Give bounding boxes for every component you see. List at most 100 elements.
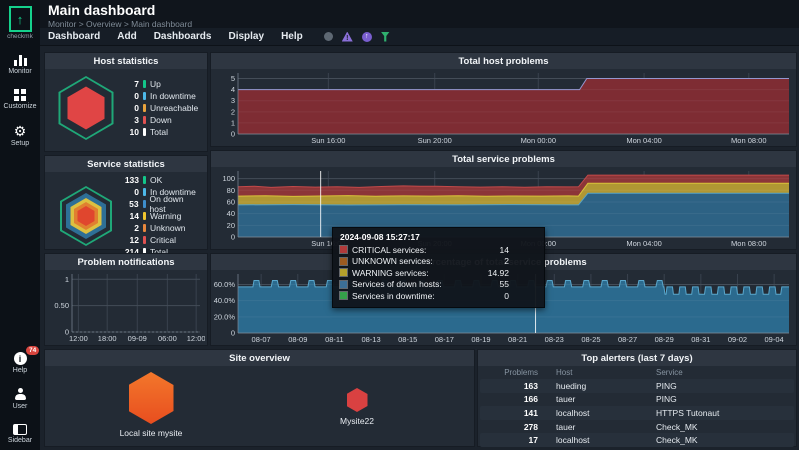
svg-text:4: 4 bbox=[231, 85, 235, 94]
svg-text:09-02: 09-02 bbox=[728, 335, 747, 344]
svg-text:08-31: 08-31 bbox=[691, 335, 710, 344]
site-mysite22[interactable]: Mysite22 bbox=[295, 372, 419, 426]
panel-host-statistics: Host statistics 7Up0In downtime0Unreacha… bbox=[44, 52, 208, 152]
tooltip-row: WARNING services:14.92 bbox=[340, 267, 537, 279]
cell-service[interactable]: PING bbox=[642, 394, 794, 404]
table-row[interactable]: 166tauerPING bbox=[480, 393, 794, 407]
column-problems: Problems bbox=[480, 368, 542, 377]
stat-label: Down bbox=[150, 115, 172, 125]
host-state-hexagon[interactable] bbox=[55, 73, 117, 143]
menu-dashboard[interactable]: Dashboard bbox=[48, 31, 100, 42]
total-host-problems-chart[interactable]: 012345Sun 16:00Sun 20:00Mon 00:00Mon 04:… bbox=[211, 69, 794, 145]
tooltip-value: 0 bbox=[504, 291, 537, 301]
stat-row[interactable]: 14Warning bbox=[117, 210, 201, 222]
svg-text:0: 0 bbox=[231, 233, 235, 242]
cell-problems: 278 bbox=[480, 422, 542, 432]
stat-color-bar bbox=[143, 104, 146, 112]
stat-row[interactable]: 10 Total bbox=[117, 126, 201, 138]
checkmk-logo-hexagon-icon: ↑ bbox=[9, 6, 32, 32]
legend-swatch bbox=[340, 246, 347, 253]
problem-notifications-chart[interactable]: 00.50112:0018:0009-0906:0012:00 bbox=[45, 270, 205, 343]
page-title: Main dashboard bbox=[48, 3, 799, 18]
panel-title: Top alerters (last 7 days) bbox=[478, 350, 796, 366]
panel-title: Problem notifications bbox=[45, 254, 207, 270]
cell-problems: 141 bbox=[480, 408, 542, 418]
svg-text:3: 3 bbox=[231, 96, 235, 105]
menubar: Dashboard Add Dashboards Display Help ! … bbox=[40, 28, 799, 46]
menu-add[interactable]: Add bbox=[117, 31, 136, 42]
svg-text:08-19: 08-19 bbox=[471, 335, 490, 344]
sidebar-item-help[interactable]: i 74 Help bbox=[13, 352, 27, 374]
slideout-icon[interactable] bbox=[324, 32, 333, 41]
cell-host[interactable]: localhost bbox=[542, 435, 642, 445]
stat-color-bar bbox=[143, 236, 146, 244]
stat-color-bar bbox=[143, 188, 146, 196]
menu-help[interactable]: Help bbox=[281, 31, 303, 42]
stat-value: 133 bbox=[117, 175, 139, 185]
stat-label: Unknown bbox=[150, 223, 185, 233]
tooltip-value: 14.92 bbox=[488, 268, 537, 278]
sidebar-item-customize[interactable]: Customize bbox=[3, 89, 36, 110]
svg-text:08-23: 08-23 bbox=[545, 335, 564, 344]
grid-icon bbox=[14, 89, 26, 101]
filter-icon[interactable] bbox=[381, 32, 390, 42]
sidebar-item-sidebar[interactable]: Sidebar bbox=[8, 424, 32, 444]
checkmk-logo[interactable]: ↑ checkmk bbox=[7, 6, 33, 40]
cell-host[interactable]: tauer bbox=[542, 394, 642, 404]
tooltip-label: UNKNOWN services: bbox=[352, 256, 433, 266]
sidebar-item-monitor[interactable]: Monitor bbox=[8, 54, 31, 75]
stat-row[interactable]: 0In downtime bbox=[117, 90, 201, 102]
panel-title: Site overview bbox=[45, 350, 474, 366]
table-row[interactable]: 278tauerCheck_MK bbox=[480, 420, 794, 434]
table-row[interactable]: 141localhostHTTPS Tutonaut bbox=[480, 406, 794, 420]
column-service: Service bbox=[642, 368, 794, 377]
cell-host[interactable]: tauer bbox=[542, 422, 642, 432]
panel-total-host-problems: Total host problems 012345Sun 16:00Sun 2… bbox=[210, 52, 797, 147]
sidebar-item-setup[interactable]: ⚙ Setup bbox=[11, 124, 29, 147]
stat-row[interactable]: 133OK bbox=[117, 174, 201, 186]
menu-display[interactable]: Display bbox=[228, 31, 264, 42]
warning-icon[interactable]: ! bbox=[342, 32, 353, 42]
svg-text:08-27: 08-27 bbox=[618, 335, 637, 344]
cell-service[interactable]: PING bbox=[642, 381, 794, 391]
menu-dashboards[interactable]: Dashboards bbox=[154, 31, 212, 42]
checkmk-icon[interactable]: ↑ bbox=[362, 32, 372, 42]
stat-row[interactable]: 12Critical bbox=[117, 234, 201, 246]
stat-row[interactable]: 53On down host bbox=[117, 198, 201, 210]
stat-label: In downtime bbox=[150, 91, 196, 101]
stat-color-bar bbox=[143, 80, 146, 88]
cell-service[interactable]: Check_MK bbox=[642, 435, 794, 445]
stat-row[interactable]: 0Unreachable bbox=[117, 102, 201, 114]
stat-value: 10 bbox=[117, 127, 139, 137]
cell-service[interactable]: HTTPS Tutonaut bbox=[642, 408, 794, 418]
sidebar-item-user[interactable]: User bbox=[13, 388, 28, 410]
panel-service-statistics: Service statistics 133OK0In downtime53On… bbox=[44, 155, 208, 250]
svg-text:40: 40 bbox=[227, 209, 235, 218]
svg-text:Mon 04:00: Mon 04:00 bbox=[626, 239, 661, 248]
table-row[interactable]: 163huedingPING bbox=[480, 379, 794, 393]
table-row[interactable]: 17localhostCheck_MK bbox=[480, 433, 794, 447]
svg-text:Mon 08:00: Mon 08:00 bbox=[731, 136, 766, 145]
legend-swatch bbox=[340, 258, 347, 265]
stat-value: 53 bbox=[117, 199, 139, 209]
svg-text:60.0%: 60.0% bbox=[214, 280, 236, 289]
help-badge: 74 bbox=[26, 346, 39, 355]
svg-text:08-25: 08-25 bbox=[581, 335, 600, 344]
stat-row[interactable]: 3Down bbox=[117, 114, 201, 126]
site-local-site-mysite[interactable]: Local site mysite bbox=[89, 372, 213, 438]
cell-service[interactable]: Check_MK bbox=[642, 422, 794, 432]
svg-text:18:00: 18:00 bbox=[98, 334, 117, 343]
stat-row[interactable]: 2Unknown bbox=[117, 222, 201, 234]
cell-host[interactable]: hueding bbox=[542, 381, 642, 391]
stat-label: Total bbox=[150, 127, 168, 137]
svg-text:2: 2 bbox=[231, 107, 235, 116]
stat-row[interactable]: 7Up bbox=[117, 78, 201, 90]
cell-host[interactable]: localhost bbox=[542, 408, 642, 418]
stat-label: Unreachable bbox=[150, 103, 198, 113]
stat-value: 12 bbox=[117, 235, 139, 245]
gear-icon: ⚙ bbox=[14, 124, 27, 138]
stat-color-bar bbox=[143, 212, 146, 220]
service-state-hexagon[interactable] bbox=[55, 185, 117, 247]
tooltip-row: UNKNOWN services:2 bbox=[340, 256, 537, 268]
page-header: Main dashboard Monitor > Overview > Main… bbox=[40, 0, 799, 28]
